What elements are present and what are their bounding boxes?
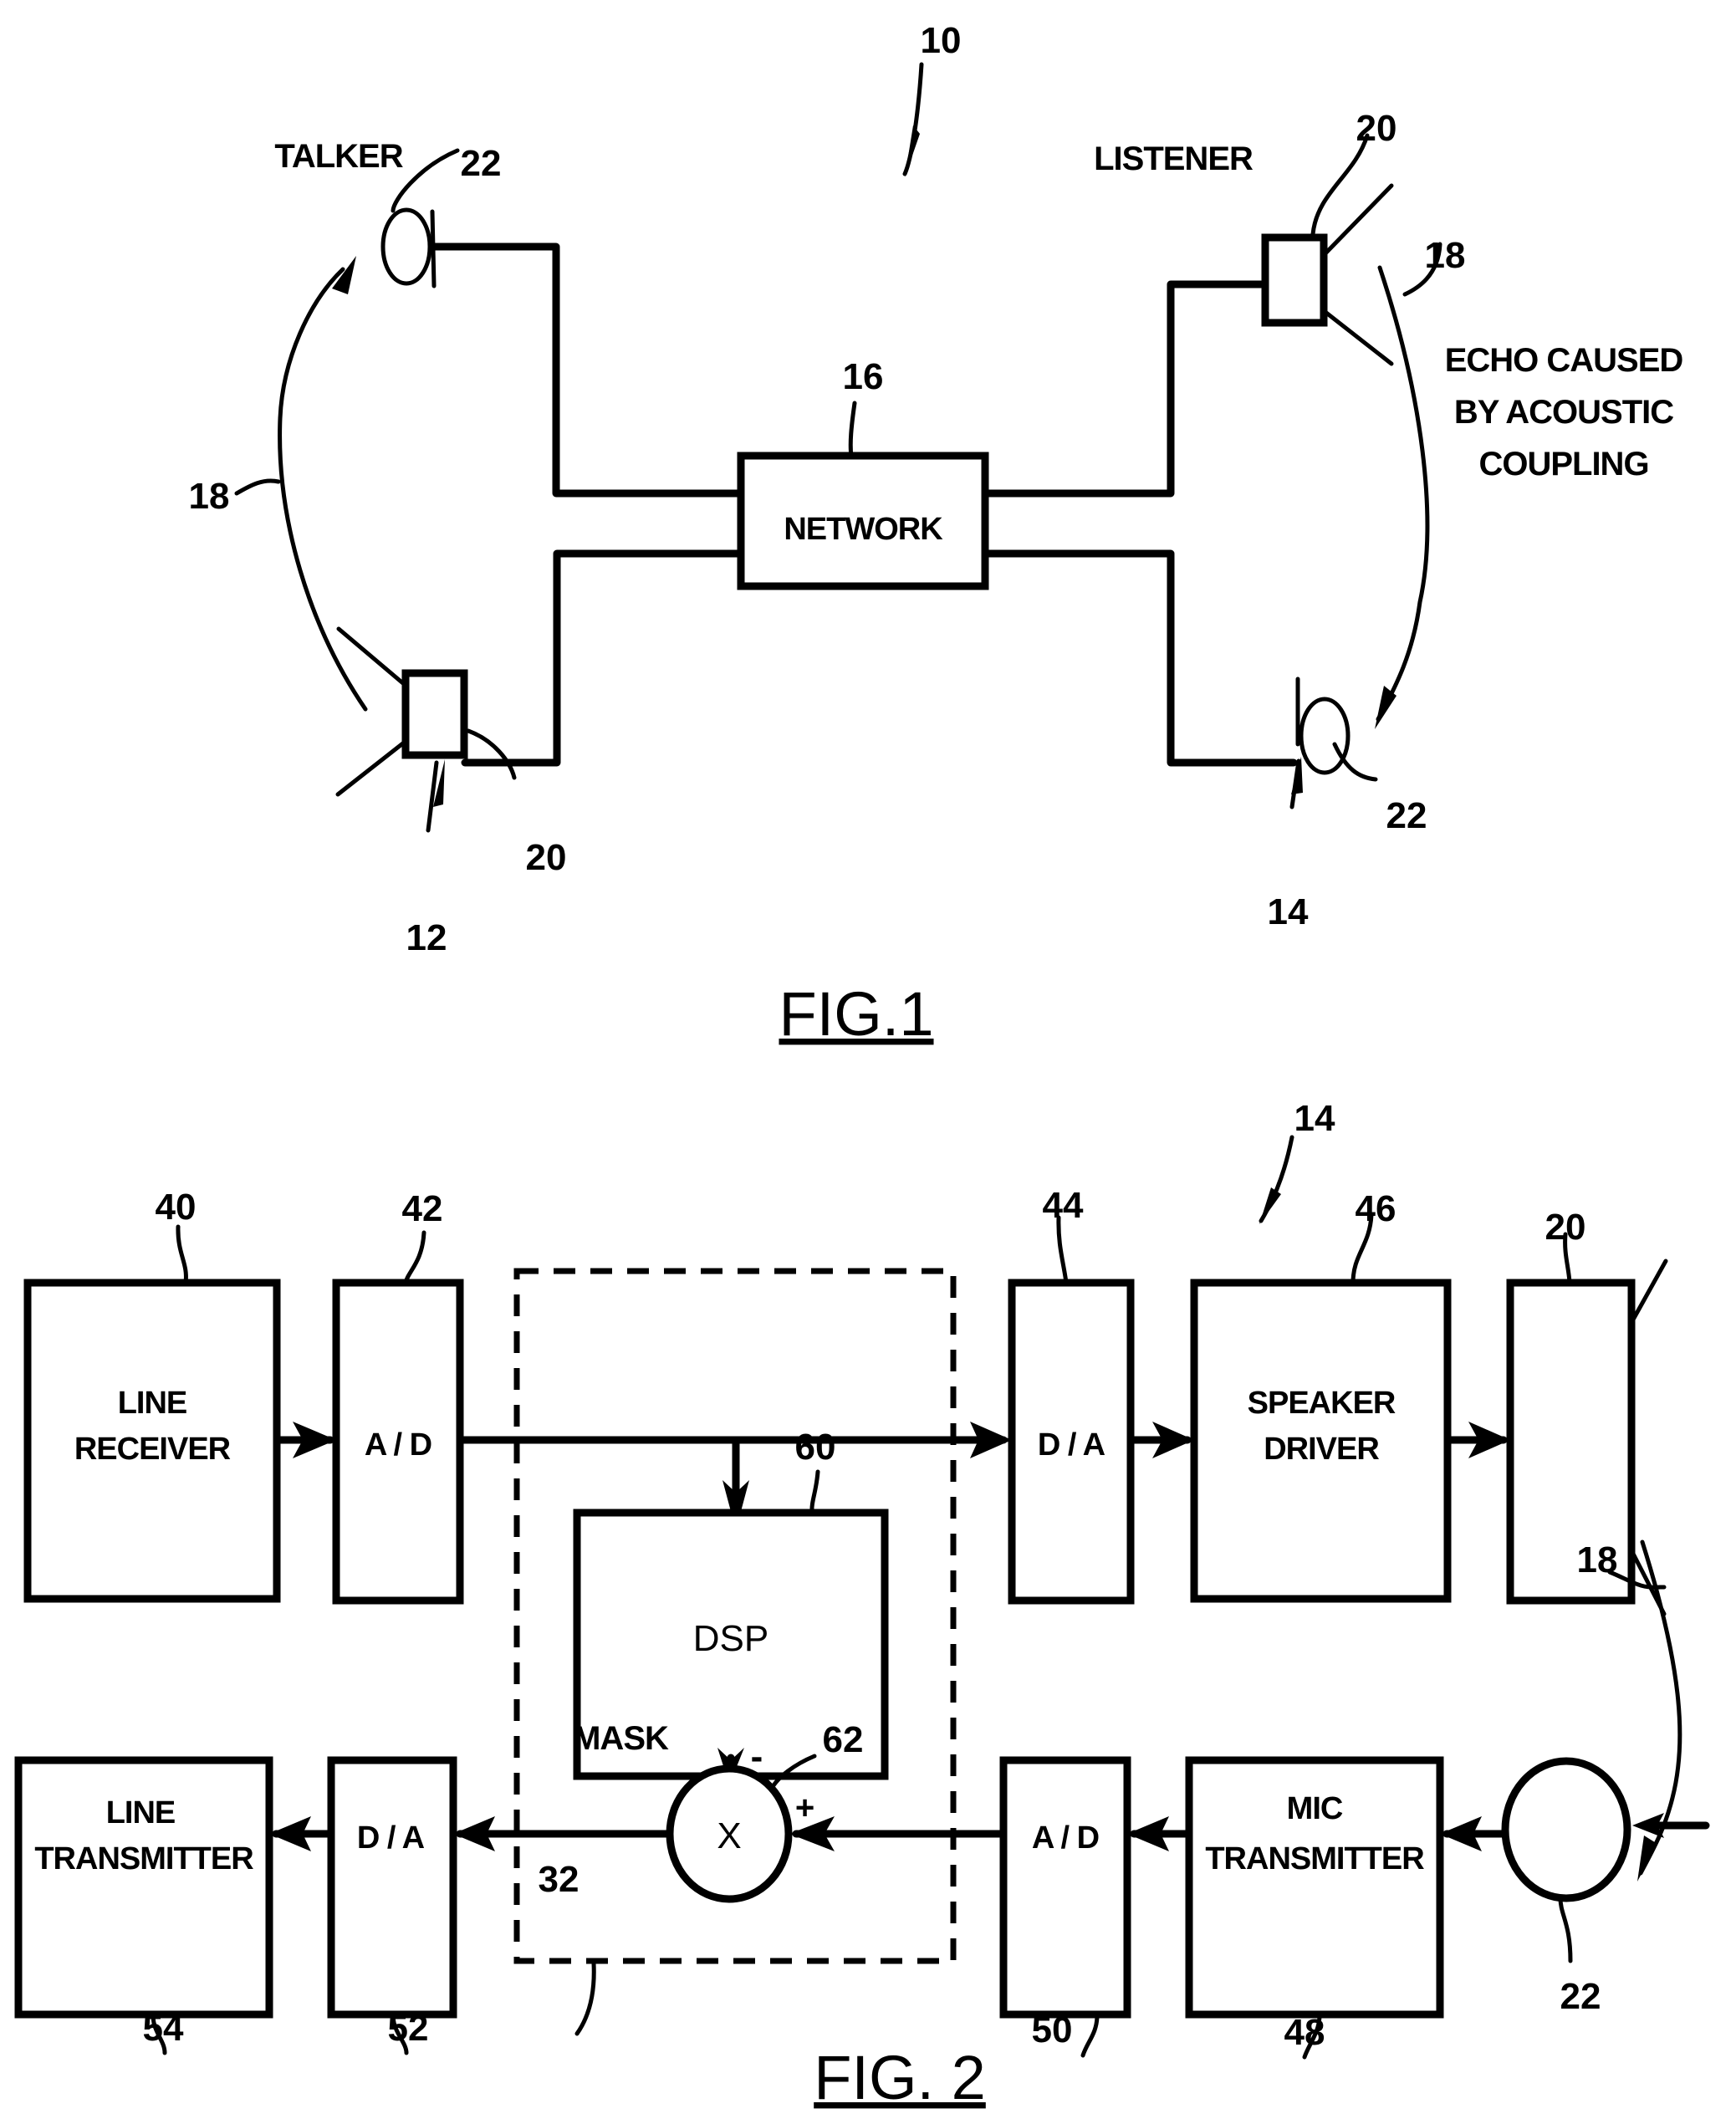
ad-top-label: A / D: [365, 1427, 431, 1463]
leader-40: [176, 1224, 188, 1285]
leader-16: [848, 401, 857, 459]
line-transmitter-label-2: TRANSMITTER: [34, 1841, 253, 1876]
listener-speaker: [1261, 183, 1394, 366]
ref-42: 42: [402, 1188, 443, 1229]
ref-60: 60: [795, 1427, 836, 1468]
mask-label: MASK: [573, 1720, 669, 1757]
figure-1-title: FIG.1: [779, 979, 933, 1049]
microphone-circle: [1501, 1757, 1631, 1902]
ref-40: 40: [156, 1187, 197, 1228]
leader-12: [426, 760, 439, 833]
leader-10: [902, 62, 924, 176]
speaker-icon: [401, 669, 468, 759]
ref-44: 44: [1043, 1185, 1084, 1226]
network-label: NETWORK: [784, 512, 943, 547]
mic-transmitter-label-1: MIC: [1287, 1791, 1343, 1826]
listener-mic-wire: [981, 549, 1298, 767]
leader-20-talker: [466, 728, 517, 780]
leader-32-curve: [574, 1961, 596, 2036]
microphone-icon: [1299, 697, 1351, 775]
da-top-label: D / A: [1038, 1427, 1105, 1463]
ref-18-talker: 18: [189, 476, 230, 517]
speaker-cone-lower: [1324, 310, 1394, 366]
ref-22-listener-mic: 22: [1386, 795, 1427, 836]
ref-16: 16: [843, 356, 884, 397]
leader-50: [1080, 2013, 1100, 2058]
arrow-10: [905, 125, 920, 177]
ref-62: 62: [823, 1719, 864, 1760]
mic-transmitter-label-2: TRANSMITTER: [1205, 1841, 1424, 1876]
listener-label: LISTENER: [1094, 140, 1253, 177]
figure-1: 10 TALKER LISTENER 22 20 12 18 NETWORK 1…: [189, 20, 1684, 1049]
ad-bottom-box: [999, 1756, 1131, 2019]
echo-note-line-1: ECHO CAUSED: [1445, 342, 1683, 379]
da-bottom-box: [327, 1756, 457, 2019]
speaker-icon: [1261, 233, 1328, 327]
ref-32: 32: [539, 1859, 580, 1900]
talker-microphone: [380, 207, 437, 288]
echo-note-line-3: COUPLING: [1478, 446, 1648, 482]
patent-drawing-sheet: 10 TALKER LISTENER 22 20 12 18 NETWORK 1…: [0, 0, 1736, 2124]
speaker-driver-label-2: DRIVER: [1264, 1432, 1379, 1467]
talker-speaker: [335, 626, 468, 797]
talker-label: TALKER: [274, 138, 403, 175]
echo-path-listener: [1376, 265, 1430, 722]
ref-46: 46: [1356, 1188, 1396, 1229]
talker-mic-wire: [431, 243, 744, 498]
speaker-cone-upper: [336, 626, 406, 687]
speaker-driver-label-1: SPEAKER: [1248, 1386, 1396, 1421]
ref-14-fig1: 14: [1268, 891, 1309, 932]
figure-2-title: FIG. 2: [814, 2043, 986, 2112]
microphone-icon: [380, 207, 432, 286]
talker-speaker-wire: [461, 549, 744, 767]
leader-18-talker: [234, 478, 281, 496]
figure-2: 14 32 LINE RECEIVER 40 A / D 42 D / A 44: [14, 1098, 1710, 2112]
speaker-cone-upper: [1631, 1259, 1668, 1322]
arrow-14-fig2: [1259, 1187, 1281, 1224]
leader-44: [1056, 1215, 1069, 1285]
dsp-label: DSP: [693, 1618, 768, 1659]
da-bottom-label: D / A: [357, 1820, 425, 1856]
leader-42: [403, 1230, 426, 1285]
speaker-cone-lower: [335, 740, 406, 797]
leader-60: [809, 1469, 820, 1515]
echo-note-line-2: BY ACOUSTIC: [1454, 394, 1673, 431]
ref-22-fig2: 22: [1560, 1976, 1601, 2017]
ref-20-talker-speaker: 20: [526, 837, 567, 878]
ref-12: 12: [406, 917, 447, 958]
echo-arrow-fig2: [1637, 1836, 1657, 1881]
ref-50: 50: [1032, 2009, 1073, 2050]
speaker-cone-upper: [1324, 183, 1394, 255]
ref-14-fig2: 14: [1294, 1098, 1335, 1139]
mixer-minus-sign: -: [751, 1736, 763, 1777]
ref-20-listener-speaker: 20: [1356, 108, 1397, 149]
leader-22-fig2: [1558, 1896, 1573, 1963]
ref-10: 10: [921, 20, 962, 61]
line-receiver-label-1: LINE: [118, 1386, 187, 1421]
mixer-symbol: X: [717, 1815, 741, 1856]
ad-bottom-label: A / D: [1032, 1820, 1099, 1856]
ref-22-talker-mic: 22: [461, 143, 502, 184]
line-receiver-label-2: RECEIVER: [74, 1432, 231, 1467]
listener-speaker-wire: [981, 280, 1265, 498]
mixer-plus-sign: +: [795, 1790, 814, 1826]
line-transmitter-label-1: LINE: [106, 1795, 176, 1830]
